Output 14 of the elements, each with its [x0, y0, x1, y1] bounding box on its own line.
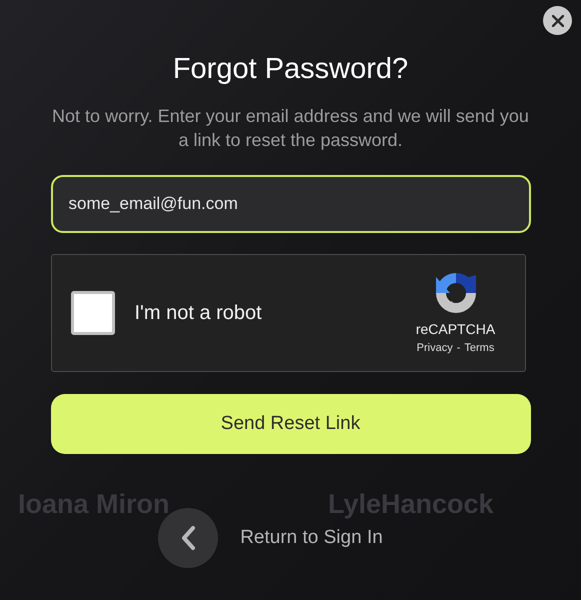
- dialog-description: Not to worry. Enter your email address and we will send you a link to reset the password.: [51, 105, 530, 152]
- captcha-checkbox[interactable]: [70, 291, 114, 335]
- terms-link[interactable]: Terms: [464, 340, 494, 357]
- chevron-left-icon: [180, 525, 196, 551]
- captcha-label: I'm not a robot: [134, 301, 262, 326]
- send-reset-link-button[interactable]: Send Reset Link: [50, 394, 530, 454]
- close-icon: [552, 14, 564, 26]
- email-field[interactable]: some_email@fun.com: [50, 175, 530, 233]
- privacy-link[interactable]: Privacy: [416, 340, 453, 357]
- close-button[interactable]: [543, 6, 572, 35]
- return-to-sign-in-link[interactable]: Return to Sign In: [240, 524, 383, 552]
- dialog-title: Forgot Password?: [172, 52, 408, 87]
- recaptcha-brand: reCAPTCHA: [416, 320, 496, 340]
- link-separator: -: [456, 341, 460, 356]
